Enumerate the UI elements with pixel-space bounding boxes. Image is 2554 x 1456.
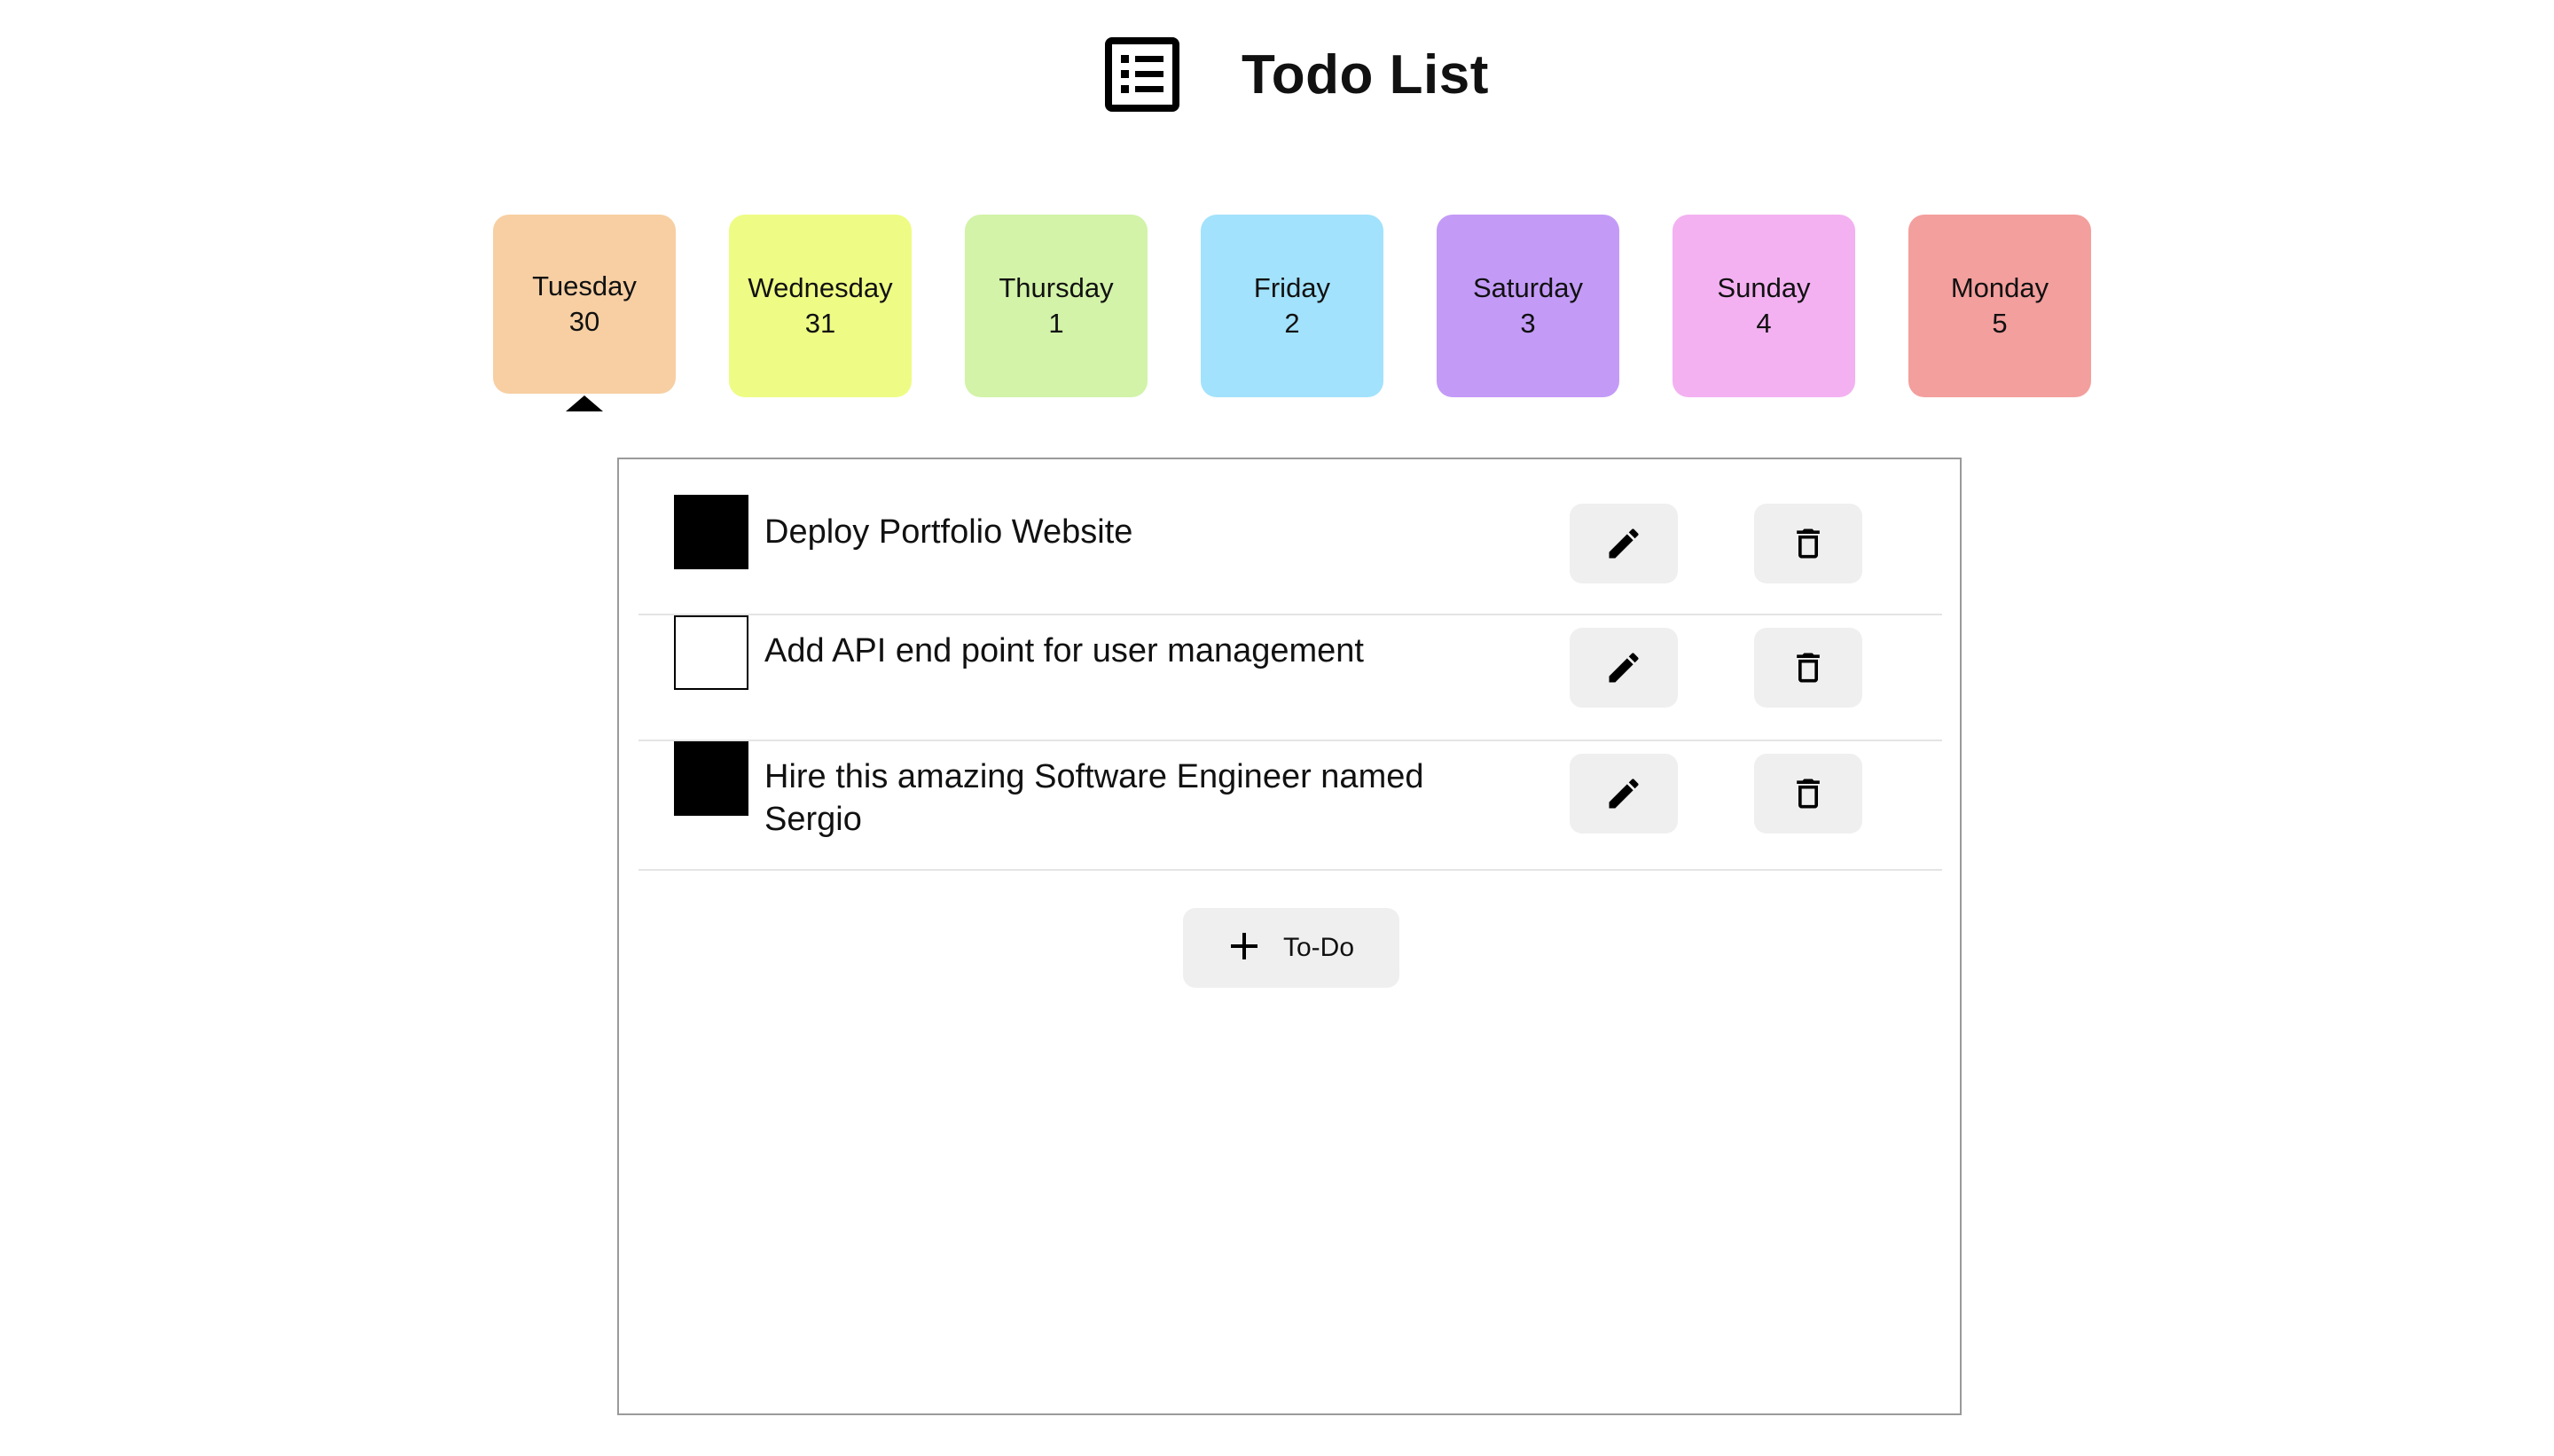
day-name: Friday [1253, 272, 1331, 303]
trash-icon [1789, 774, 1828, 813]
edit-button[interactable] [1570, 504, 1678, 583]
add-todo-button[interactable]: To-Do [1183, 908, 1399, 988]
day-date: 3 [1520, 308, 1536, 339]
day-name: Tuesday [532, 270, 637, 301]
day-tab-tuesday[interactable]: Tuesday 30 [493, 215, 676, 411]
todo-item: Deploy Portfolio Website [638, 459, 1942, 615]
day-tab-friday[interactable]: Friday 2 [1201, 215, 1383, 397]
delete-button[interactable] [1754, 754, 1862, 834]
pencil-icon [1604, 774, 1643, 813]
day-tab-sunday[interactable]: Sunday 4 [1673, 215, 1855, 397]
app-header: Todo List [1105, 35, 1489, 114]
todo-checkbox[interactable] [674, 741, 748, 816]
day-name: Saturday [1472, 272, 1584, 303]
day-tab-monday[interactable]: Monday 5 [1908, 215, 2091, 397]
todo-item: Hire this amazing Software Engineer name… [638, 741, 1942, 871]
day-tab-wednesday[interactable]: Wednesday 31 [729, 215, 912, 397]
todo-text: Deploy Portfolio Website [764, 513, 1133, 551]
day-name: Monday [1950, 272, 2049, 303]
day-date: 5 [1992, 308, 2008, 339]
day-date: 30 [568, 306, 600, 337]
todo-text: Hire this amazing Software Engineer name… [764, 758, 1424, 838]
day-date: 2 [1284, 308, 1300, 339]
selected-indicator-icon [566, 395, 603, 411]
todo-text: Add API end point for user management [764, 632, 1364, 669]
day-tab-thursday[interactable]: Thursday 1 [965, 215, 1148, 397]
pencil-icon [1604, 524, 1643, 563]
delete-button[interactable] [1754, 628, 1862, 708]
day-date: 4 [1756, 308, 1772, 339]
day-date: 31 [804, 308, 836, 339]
day-selector: Tuesday 30 Wednesday 31 Thursday 1 Frida… [493, 215, 2091, 411]
todo-checkbox[interactable] [674, 495, 748, 569]
day-name: Sunday [1717, 272, 1811, 303]
day-tab-saturday[interactable]: Saturday 3 [1437, 215, 1619, 397]
delete-button[interactable] [1754, 504, 1862, 583]
day-name: Wednesday [748, 272, 893, 303]
edit-button[interactable] [1570, 754, 1678, 834]
list-icon [1105, 37, 1179, 112]
add-todo-label: To-Do [1282, 933, 1355, 962]
todo-panel: Deploy Portfolio Website Add API end poi… [617, 458, 1962, 1415]
page-title: Todo List [1242, 43, 1489, 106]
todo-checkbox[interactable] [674, 615, 748, 690]
plus-icon [1228, 930, 1260, 967]
day-name: Thursday [999, 272, 1114, 303]
todo-item: Add API end point for user management [638, 615, 1942, 741]
trash-icon [1789, 524, 1828, 563]
day-date: 1 [1048, 308, 1064, 339]
trash-icon [1789, 648, 1828, 687]
edit-button[interactable] [1570, 628, 1678, 708]
pencil-icon [1604, 648, 1643, 687]
